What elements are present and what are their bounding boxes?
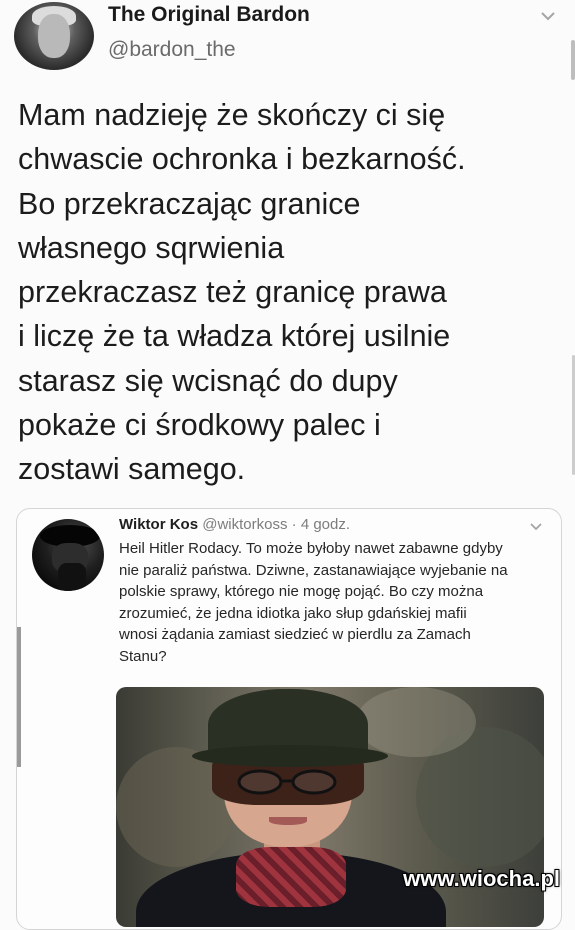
quoted-text-line: Heil Hitler Rodacy. To może byłoby nawet… [119,540,503,557]
quote-scroll-indicator [17,627,21,767]
watermark: www.wiocha.pl [403,866,560,891]
author-avatar[interactable] [14,2,94,70]
tweet-text-line: własnego sqrwienia [18,230,285,265]
tweet-text-line: przekraczasz też granicę prawa [18,275,447,310]
author-handle[interactable]: @bardon_the [108,38,236,62]
quoted-text-line: Stanu? [119,647,167,665]
tweet-text-line: pokaże ci środkowy palec i [18,408,381,443]
quoted-author-handle[interactable]: @wiktorkoss [202,516,287,533]
quoted-timestamp[interactable]: 4 godz. [301,516,350,533]
tweet-text-line: starasz się wcisnąć do dupy [18,363,398,398]
quoted-text-line: zrozumieć, że jedna idiotka jako słup gd… [119,604,467,622]
tweet-text-line: Bo przekraczając granice [18,186,361,221]
avatar-face [38,14,70,58]
tweet-text-line: Mam nadzieję że skończy ci się [18,98,446,132]
tweet-text-line: i liczę że ta władza której usilnie [18,319,451,354]
quoted-text-line: polskie sprawy, którego nie mogę pojąć. … [119,583,484,601]
avatar-body [58,563,86,591]
photo-background-blur [356,687,476,757]
tweet-text-line: chwascie ochronka i bezkarność. [18,142,466,177]
author-name[interactable]: The Original Bardon [108,3,310,27]
quoted-text-line: wnosi żądania zamiast siedzieć w pierdlu… [119,626,471,644]
glasses-icon [237,769,337,795]
tweet-text: Mam nadzieję że skończy ci się chwascie … [18,93,558,492]
separator-dot: · [291,516,297,533]
chevron-down-icon[interactable] [539,8,557,24]
chevron-down-icon[interactable] [529,521,543,533]
quoted-tweet-header: Wiktor Kos @wiktorkoss · 4 godz. [119,516,350,533]
photo-mouth [269,817,307,825]
quoted-author-avatar[interactable] [32,519,104,591]
quoted-tweet-text: Heil Hitler Rodacy. To może byłoby nawet… [119,538,549,668]
tweet-text-line: zostawi samego. [18,452,246,487]
scrollbar[interactable] [571,40,575,80]
quoted-text-line: nie paraliż państwa. Dziwne, zastanawiaj… [119,561,508,579]
photo-scarf [236,847,346,907]
photo-helmet-rim [192,745,388,767]
quoted-author-name[interactable]: Wiktor Kos [119,516,198,533]
